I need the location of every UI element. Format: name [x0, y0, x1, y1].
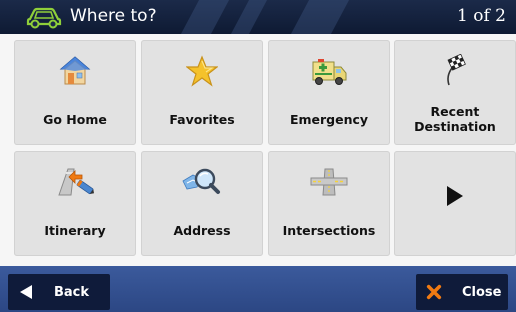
go-home-button[interactable]: Go Home: [14, 40, 136, 145]
tile-label: Address: [173, 222, 231, 238]
next-arrow-icon: [394, 185, 516, 207]
address-button[interactable]: Address: [141, 151, 263, 256]
car-icon: [26, 7, 62, 29]
page-indicator: 1 of 2: [457, 6, 506, 26]
intersection-icon: [268, 163, 390, 201]
header-decoration: [180, 0, 230, 34]
page-title: Where to?: [70, 6, 157, 26]
star-icon: [141, 52, 263, 90]
header-decoration: [290, 0, 350, 34]
tile-label: Favorites: [169, 111, 235, 127]
close-button[interactable]: Close: [416, 274, 508, 310]
home-icon: [14, 52, 136, 90]
ambulance-icon: [268, 52, 390, 90]
tile-label: Emergency: [289, 111, 369, 127]
destination-grid: Go Home Favorites Emergency Recent Desti…: [0, 34, 516, 266]
back-label: Back: [54, 284, 90, 300]
itinerary-button[interactable]: Itinerary: [14, 151, 136, 256]
tile-label: Recent Destination: [414, 104, 496, 134]
tile-label: Itinerary: [44, 222, 106, 238]
back-arrow-icon: [18, 284, 34, 300]
tile-label: Go Home: [43, 111, 107, 127]
tile-label: Intersections: [282, 222, 376, 238]
favorites-button[interactable]: Favorites: [141, 40, 263, 145]
recent-destination-button[interactable]: Recent Destination: [394, 40, 516, 145]
magnifier-icon: [141, 163, 263, 201]
back-button[interactable]: Back: [8, 274, 110, 310]
emergency-button[interactable]: Emergency: [268, 40, 390, 145]
next-page-button[interactable]: [394, 151, 516, 256]
checkered-flag-icon: [394, 52, 516, 90]
close-label: Close: [462, 284, 502, 300]
intersections-button[interactable]: Intersections: [268, 151, 390, 256]
header-decoration: [230, 0, 268, 34]
title-bar: Where to? 1 of 2: [0, 0, 516, 34]
bottom-toolbar: Back Close: [0, 266, 516, 312]
route-icon: [14, 163, 136, 201]
close-x-icon: [426, 284, 442, 300]
